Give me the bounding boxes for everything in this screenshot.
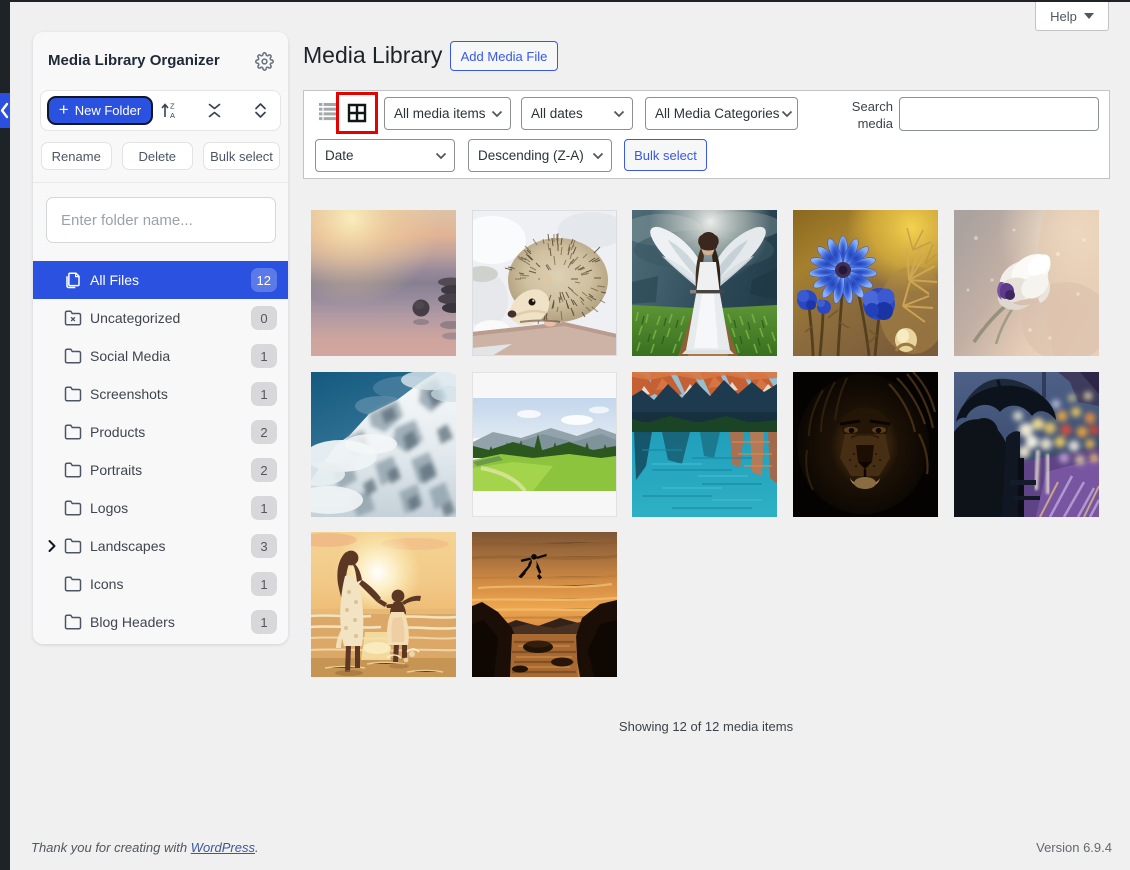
svg-text:A: A: [170, 111, 175, 120]
svg-text:Z: Z: [170, 102, 175, 111]
